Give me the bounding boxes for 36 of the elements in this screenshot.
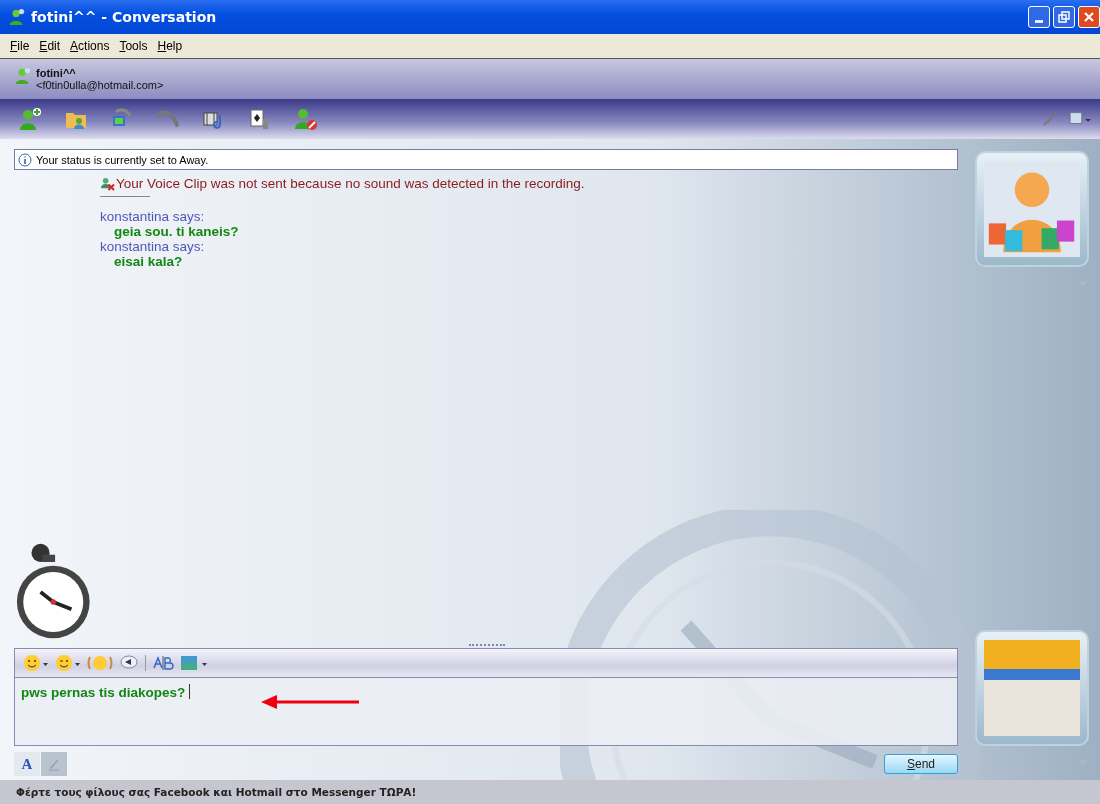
pen-icon (47, 757, 61, 771)
minimize-button[interactable] (1028, 6, 1050, 28)
info-icon (18, 152, 32, 167)
status-notice: Your status is currently set to Away. (36, 153, 209, 166)
menu-item[interactable]: File (10, 39, 30, 53)
contact-email: <f0tin0ulla@hotmail.com> (36, 79, 164, 91)
voice-clip-error-icon (100, 176, 115, 191)
contact-name: fotini^^ (36, 67, 77, 79)
brush-icon[interactable] (1040, 110, 1058, 128)
spell-check-icon[interactable] (152, 654, 174, 672)
menu-item[interactable]: Tools (119, 39, 148, 53)
menu-item[interactable]: Help (157, 39, 183, 53)
sender-line: konstantina says: (100, 239, 206, 254)
emoticon-menu-button[interactable] (23, 654, 49, 672)
ad-banner-text[interactable]: Φέρτε τους φίλους σας Facebook και Hotmail στο Messenger ΤΩΡΑ! (16, 786, 417, 798)
send-button[interactable]: Send (884, 754, 958, 774)
message-input-field[interactable]: pws pernas tis diakopes? (15, 678, 957, 745)
text-mode-tab[interactable]: A (14, 752, 40, 776)
wink-menu-button[interactable] (55, 654, 81, 672)
nudge-icon[interactable] (87, 654, 113, 672)
close-button[interactable] (1078, 6, 1100, 28)
message-text: eisai kala? (113, 254, 184, 269)
close-icon (1083, 11, 1095, 23)
background-menu-button[interactable] (180, 654, 208, 672)
menu-item[interactable]: Actions (70, 39, 110, 53)
message-text: geia sou. ti kaneis? (113, 224, 240, 239)
minimize-icon (1035, 19, 1043, 23)
voice-clip-icon[interactable] (119, 654, 139, 672)
restore-icon (1058, 11, 1070, 23)
sender-line: konstantina says: (100, 209, 206, 224)
buddy-icon (14, 67, 32, 85)
restore-button[interactable] (1053, 6, 1075, 28)
menu-item[interactable]: Edit (39, 39, 61, 53)
buddy-icon (8, 8, 26, 26)
error-message: Your Voice Clip was not sent because no sound was detected in the recording. (116, 176, 585, 191)
window-title: fotini^^ - Conversation (31, 9, 217, 25)
